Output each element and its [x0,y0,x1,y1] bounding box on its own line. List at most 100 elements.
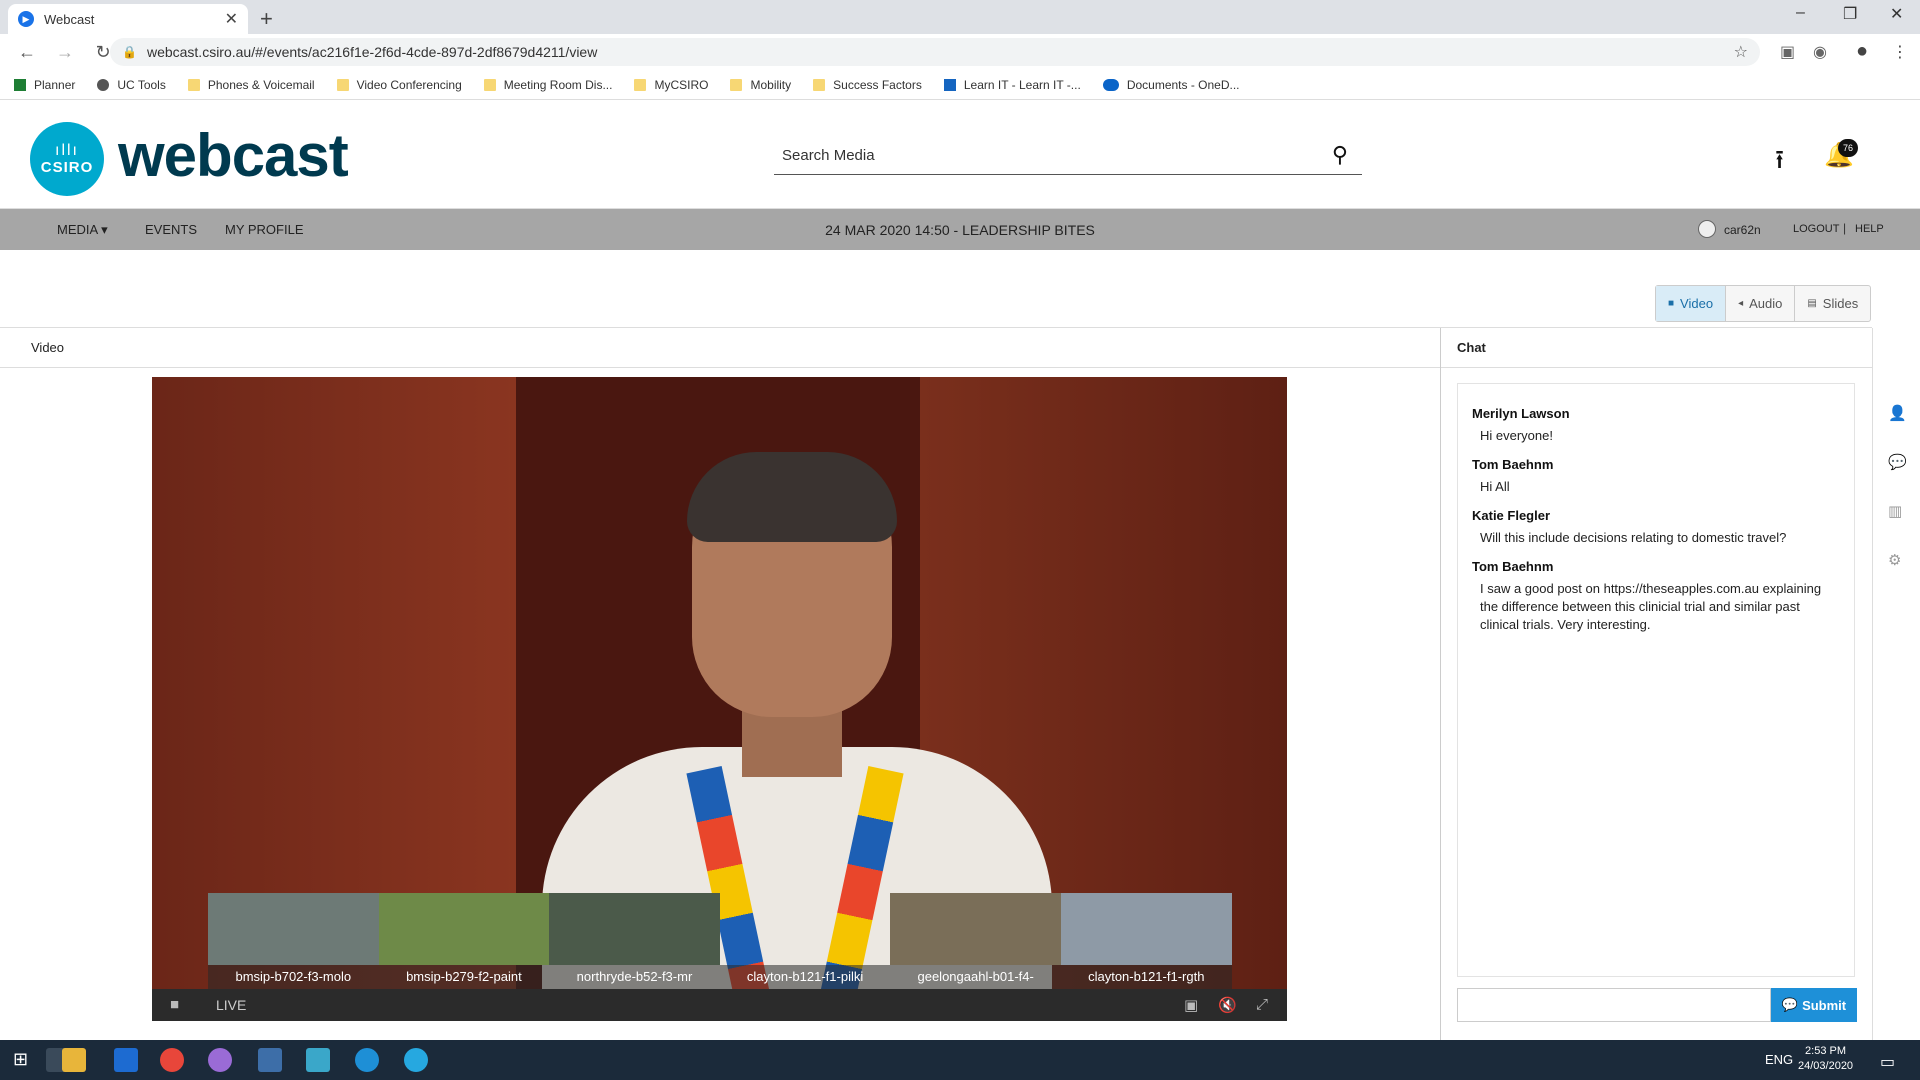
logout-link[interactable]: LOGOUT [1793,223,1839,235]
pdf-extension-icon[interactable]: ▣ [1780,42,1795,62]
participant-thumbnails: bmsip-b702-f3-molo bmsip-b279-f2-paint n… [208,893,1232,989]
participant-feed [720,893,891,965]
restore-icon[interactable]: ❐ [1843,4,1857,24]
participant-thumbnail[interactable]: bmsip-b279-f2-paint [378,893,550,989]
panel-divider [0,367,1440,368]
bookmark-phones[interactable]: Phones & Voicemail [187,78,315,92]
lock-icon: 🔒 [122,45,137,59]
system-clock[interactable]: 2:53 PM 24/03/2020 [1798,1044,1853,1074]
url-text: webcast.csiro.au/#/events/ac216f1e-2f6d-… [146,44,598,60]
folder-icon [336,78,349,91]
message-author: Merilyn Lawson [1472,406,1570,421]
bookmark-documents[interactable]: Documents - OneD... [1102,77,1240,92]
picture-in-picture-icon[interactable]: ▣ [1184,996,1198,1014]
bookmark-label: Learn IT - Learn IT -... [963,77,1081,92]
windows-start-icon[interactable]: ⊞ [13,1049,28,1070]
participant-thumbnail[interactable]: northryde-b52-f3-mr [549,893,720,989]
help-link[interactable]: HELP [1855,223,1884,235]
participant-thumbnail[interactable]: clayton-b121-f1-rgth [1060,893,1232,989]
help-support-icon[interactable]: ⚙ [1888,551,1901,569]
csiro-logo[interactable]: ıllı CSIRO [30,122,104,196]
new-tab-button[interactable]: + [260,6,273,32]
nav-divider: | [1843,221,1847,235]
presenter-hair [687,452,897,542]
participant-label: clayton-b121-f1-rgth [1060,965,1232,989]
folder-icon [483,78,496,91]
username[interactable]: car62n [1724,223,1761,237]
chat-message: Katie Flegler Will this include decisions… [1472,508,1840,547]
chrome-icon[interactable] [160,1048,184,1072]
bookmark-label: Documents - OneD... [1126,77,1240,92]
stop-icon[interactable]: ■ [170,996,179,1013]
participant-thumbnail[interactable]: clayton-b121-f1-pilki [719,893,891,989]
input-language[interactable]: ENG [1765,1052,1793,1067]
participant-feed [890,893,1061,965]
bookmark-label: Video Conferencing [356,77,462,92]
mode-slides-button[interactable]: ▤ Slides [1795,286,1870,321]
tab-close-icon[interactable]: ✕ [225,9,238,29]
nav-my-profile[interactable]: MY PROFILE [225,222,304,237]
file-explorer-icon[interactable] [62,1048,86,1072]
poll-chart-icon[interactable]: ▥ [1888,502,1902,520]
nav-events[interactable]: EVENTS [145,222,197,237]
chat-message: Tom Baehnm Hi All [1472,457,1840,496]
fullscreen-icon[interactable]: ⤢ [1256,996,1268,1013]
bookmark-mobility[interactable]: Mobility [730,78,791,92]
extension-icon[interactable]: ◉ [1813,42,1827,62]
upload-icon[interactable]: ⭱ [1775,141,1784,185]
forward-icon[interactable]: → [54,42,76,63]
bookmark-success-factors[interactable]: Success Factors [813,78,922,92]
search-input[interactable] [774,138,1314,172]
submit-button[interactable]: 💬 Submit [1771,988,1857,1022]
bookmark-mycsiro[interactable]: MyCSIRO [634,78,708,92]
outlook-icon[interactable] [114,1048,138,1072]
bookmark-uc-tools[interactable]: UC Tools [97,78,166,92]
app-icon[interactable] [258,1048,282,1072]
bookmark-star-icon[interactable]: ☆ [1734,42,1748,62]
chat-input[interactable] [1458,989,1770,1021]
mode-audio-button[interactable]: ◂ Audio [1726,286,1796,321]
attendees-icon[interactable]: 👤 [1888,404,1907,422]
minimize-icon[interactable]: – [1796,4,1805,22]
bookmark-label: MyCSIRO [654,77,709,92]
browser-tab[interactable]: ▶ Webcast ✕ [8,4,248,34]
internet-explorer-icon[interactable] [355,1048,379,1072]
globe-icon [97,78,110,91]
main-nav: MEDIA ▾ EVENTS MY PROFILE 24 MAR 2020 14… [0,209,1920,250]
nav-media[interactable]: MEDIA ▾ [57,222,108,238]
bookmark-planner[interactable]: Planner [14,78,75,92]
menu-kebab-icon[interactable]: ⋮ [1892,42,1908,62]
participant-thumbnail[interactable]: bmsip-b702-f3-molo [208,893,379,989]
app-icon[interactable] [306,1048,330,1072]
video-controls: ■ LIVE ▣ 🔇 ⤢ [152,989,1287,1021]
chat-bubble-icon[interactable]: 💬 [1888,453,1907,471]
omnibox[interactable]: 🔒 webcast.csiro.au/#/events/ac216f1e-2f6… [110,38,1760,66]
user-avatar-icon [1698,220,1716,238]
clock-date: 24/03/2020 [1798,1060,1854,1072]
profile-icon[interactable]: ● [1856,40,1868,63]
video-player[interactable]: bmsip-b702-f3-molo bmsip-b279-f2-paint n… [152,377,1287,1021]
participant-label: bmsip-b702-f3-molo [208,965,379,989]
notifications-icon[interactable]: ▭ [1880,1052,1895,1072]
bookmark-learn-it[interactable]: Learn IT - Learn IT -... [943,77,1081,92]
chat-panel-title: Chat [1457,340,1486,355]
search-icon[interactable]: ⚲ [1332,142,1348,168]
bookmark-meeting-room[interactable]: Meeting Room Dis... [483,78,612,92]
window-close-icon[interactable]: ✕ [1890,4,1903,24]
logo-text: CSIRO [40,158,94,176]
bookmark-video-conferencing[interactable]: Video Conferencing [336,77,462,92]
participant-feed [378,893,550,965]
chat-message: Tom Baehnm I saw a good post on https://t… [1472,559,1840,634]
mode-label: Video [1680,296,1714,311]
mode-video-button[interactable]: ■ Video [1656,286,1727,321]
confluence-icon [943,78,956,91]
chat-messages[interactable]: Merilyn Lawson Hi everyone! Tom Baehnm Hi … [1457,383,1855,977]
back-icon[interactable]: ← [16,42,38,63]
chat-input-wrapper [1457,988,1771,1022]
participant-thumbnail[interactable]: geelongaahl-b01-f4- [890,893,1061,989]
mute-icon[interactable]: 🔇 [1218,996,1237,1014]
app-icon[interactable] [208,1048,232,1072]
event-title: 24 MAR 2020 14:50 - LEADERSHIP BITES [825,222,1095,238]
bookmarks-bar: Planner UC Tools Phones & Voicemail Vide… [0,70,1920,100]
app-icon[interactable] [404,1048,428,1072]
